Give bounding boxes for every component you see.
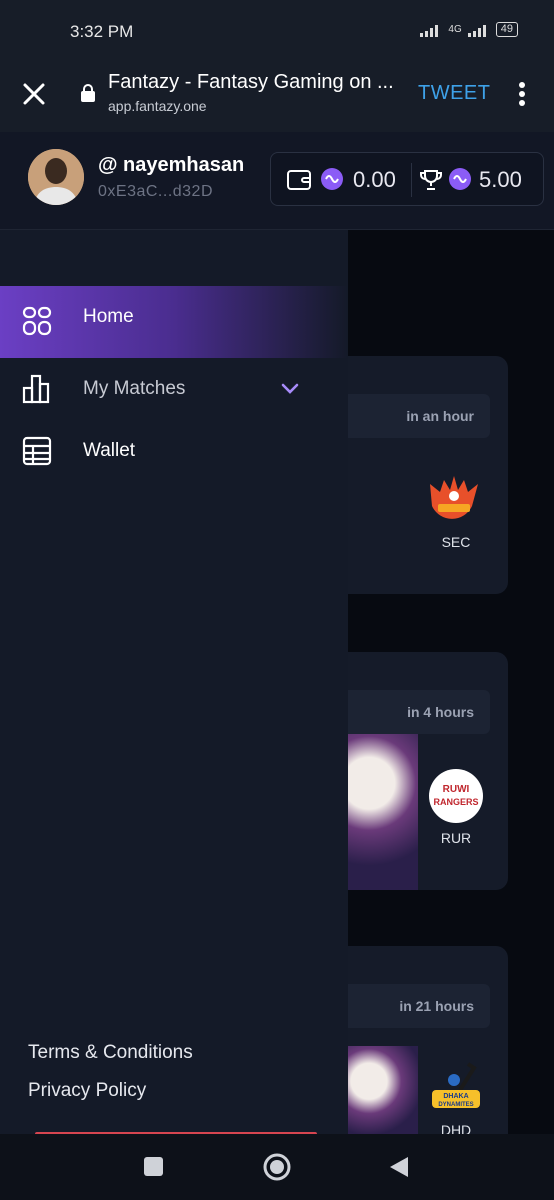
team-code: RUR	[440, 830, 472, 846]
coin-icon	[321, 168, 343, 190]
team-logo-dhd: DHAKA DYNAMITES	[432, 1062, 480, 1108]
coin-icon-2	[449, 168, 471, 190]
signal-icon-2	[467, 23, 486, 37]
logo-text-bottom: DYNAMITES	[438, 1102, 473, 1108]
signal-icon	[420, 23, 439, 37]
network-label: 4G	[448, 24, 462, 35]
match-time: in 21 hours	[348, 984, 490, 1028]
battery-icon: 49	[495, 22, 518, 37]
team-logo-rur: RUWI RANGERS	[429, 769, 483, 823]
app-header: @ nayemhasan 0xE3aC...d32D 0.00 5.00	[0, 132, 554, 230]
browser-toolbar: Fantazy - Fantasy Gaming on ... app.fant…	[0, 62, 554, 132]
nav-item-wallet[interactable]: Wallet	[0, 422, 348, 482]
battery-level: 49	[500, 23, 513, 35]
avatar-image	[28, 149, 84, 205]
avatar[interactable]	[28, 149, 84, 205]
status-time: 3:32 PM	[70, 22, 134, 41]
team-code: SEC	[441, 534, 471, 550]
trophy-icon	[420, 170, 442, 190]
match-time: in an hour	[348, 394, 490, 438]
wallet-icon	[287, 170, 311, 190]
back-button[interactable]	[388, 1155, 410, 1179]
username: @ nayemhasan	[98, 154, 245, 176]
privacy-link[interactable]: Privacy Policy	[28, 1080, 146, 1102]
system-nav-bar	[0, 1134, 554, 1200]
rewards-balance: 5.00	[479, 167, 522, 192]
terms-link[interactable]: Terms & Conditions	[28, 1042, 193, 1064]
home-button[interactable]	[262, 1152, 292, 1182]
nav-label-my-matches: My Matches	[83, 378, 186, 399]
table-icon	[22, 436, 52, 466]
nav-item-home[interactable]: Home	[0, 286, 348, 358]
balance-box[interactable]: 0.00 5.00	[270, 152, 544, 206]
match-card[interactable]: in 4 hours RUWI RANGERS RUR	[348, 652, 508, 890]
match-artwork	[348, 1046, 418, 1134]
close-icon[interactable]	[20, 80, 48, 108]
match-card[interactable]: in 21 hours DHAKA DYNAMITES DHD	[348, 946, 508, 1134]
recents-button[interactable]	[144, 1157, 163, 1176]
logo-text-top: RUWI	[443, 784, 470, 795]
match-time: in 4 hours	[348, 690, 490, 734]
tweet-button[interactable]: TWEET	[418, 82, 491, 105]
logo-text-top: DHAKA	[443, 1093, 468, 1100]
match-list: in an hour SEC in 4 hours RUWI RANGERS R…	[348, 230, 554, 1134]
logo-text-bottom: RANGERS	[433, 797, 478, 807]
more-options-icon[interactable]	[512, 80, 532, 108]
lock-icon	[81, 84, 95, 102]
team-logo-sec	[430, 476, 478, 519]
nav-label-home: Home	[83, 306, 134, 327]
divider	[411, 163, 412, 197]
page-title: Fantazy - Fantasy Gaming on ...	[108, 71, 394, 93]
match-card[interactable]: in an hour SEC	[348, 356, 508, 594]
status-icons: 4G 49	[420, 22, 518, 37]
chevron-down-icon[interactable]	[280, 382, 300, 396]
nav-label-wallet: Wallet	[83, 440, 136, 461]
wallet-address: 0xE3aC...d32D	[98, 183, 214, 200]
home-grid-icon	[22, 306, 52, 336]
match-artwork	[348, 712, 418, 890]
page-url: app.fantazy.one	[108, 98, 207, 114]
team-code: DHD	[440, 1122, 472, 1134]
bar-chart-icon	[22, 374, 50, 404]
nav-item-my-matches[interactable]: My Matches	[0, 356, 348, 422]
status-bar: 3:32 PM 4G 49	[0, 0, 554, 62]
nav-drawer: Home My Matches Wallet Terms & Condition…	[0, 230, 348, 1134]
wallet-balance: 0.00	[353, 167, 396, 192]
